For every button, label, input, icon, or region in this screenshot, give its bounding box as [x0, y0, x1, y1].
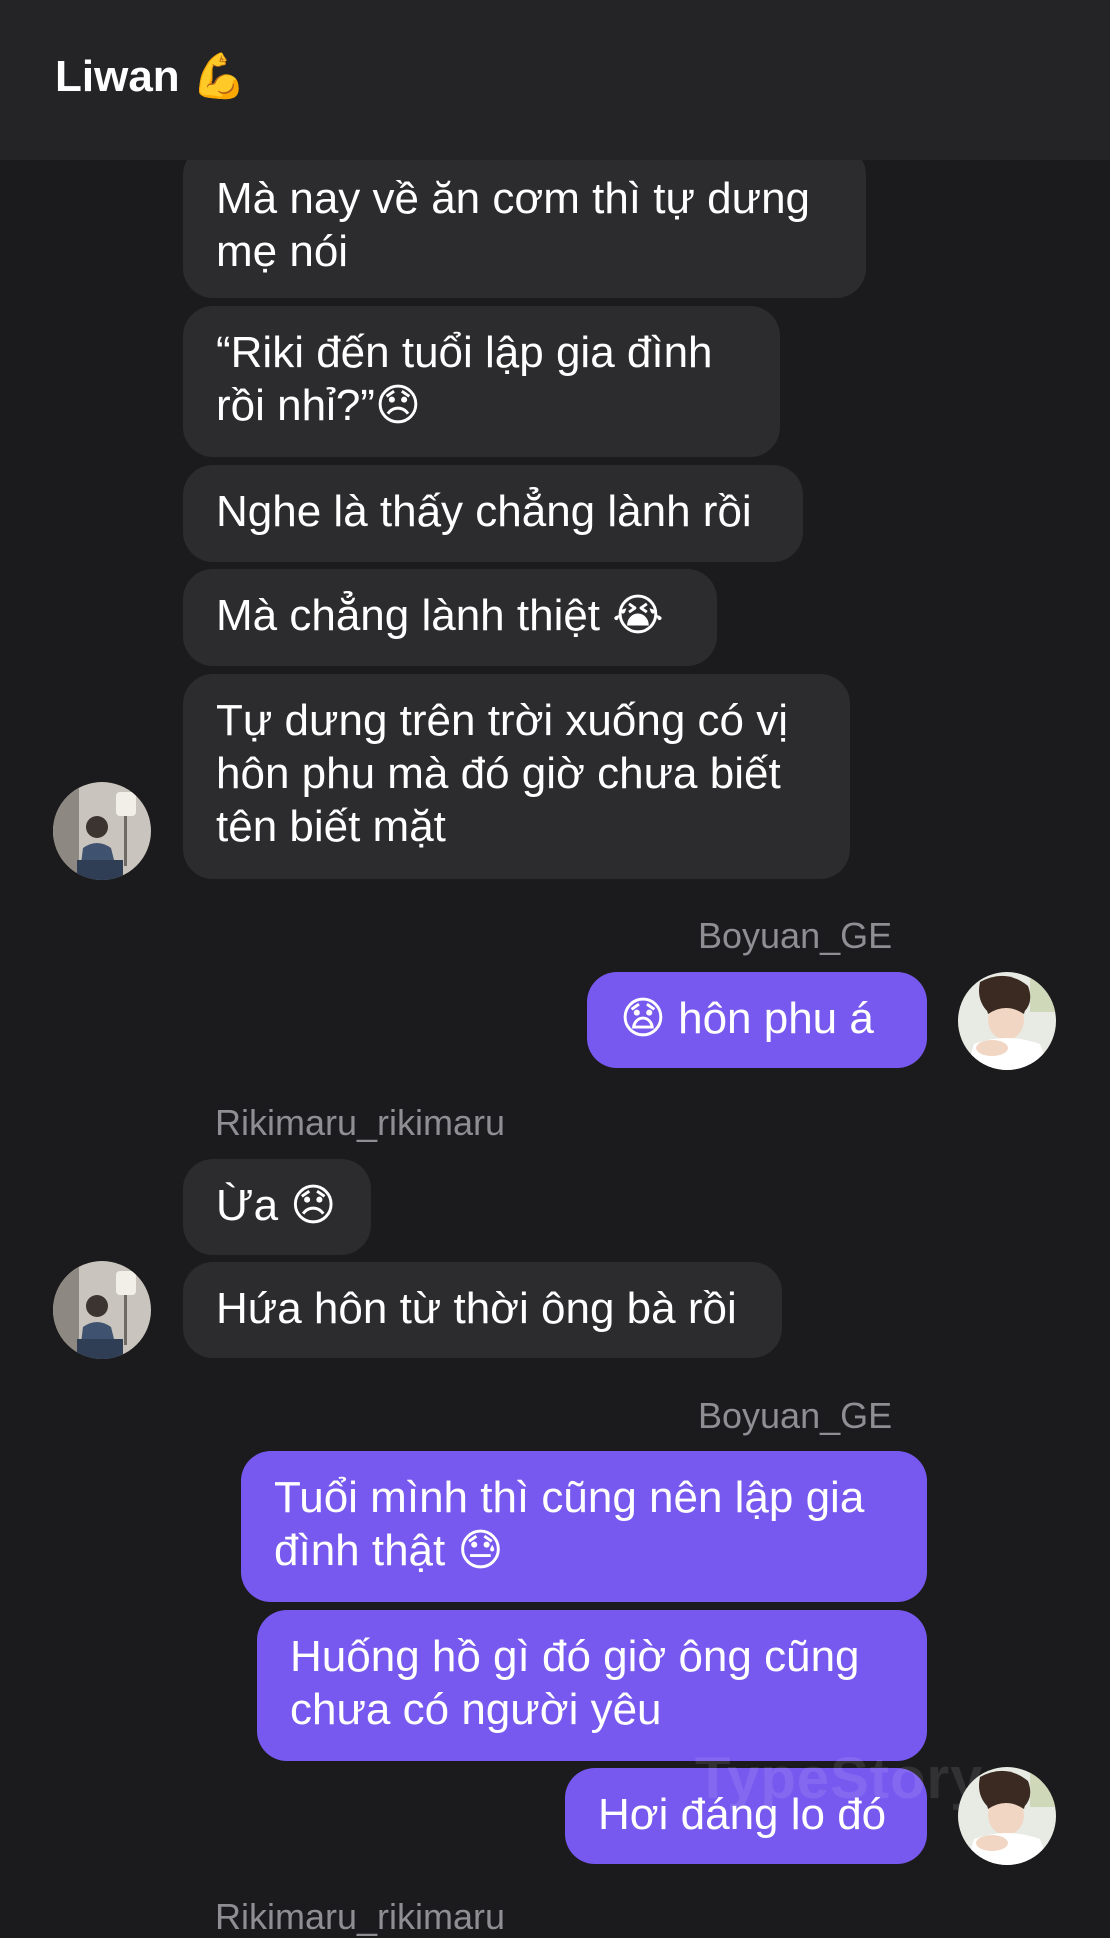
message-bubble-incoming[interactable]: Tự dưng trên trời xuống có vị hôn phu mà…	[183, 674, 850, 879]
avatar-rikimaru[interactable]	[53, 782, 151, 880]
avatar-rikimaru[interactable]	[53, 1261, 151, 1359]
avatar-photo-rikimaru	[53, 782, 151, 880]
message-bubble-incoming[interactable]: Hứa hôn từ thời ông bà rồi	[183, 1262, 782, 1358]
message-bubble-outgoing[interactable]: Tuổi mình thì cũng nên lập gia đình thật…	[241, 1451, 927, 1602]
avatar-photo-rikimaru	[53, 1261, 151, 1359]
message-line: rồi nhỉ?”😞	[216, 381, 421, 430]
message-bubble-incoming[interactable]: Mà nay về ăn cơm thì tự dưng mẹ nói	[183, 145, 866, 298]
message-line: đình thật 😓	[274, 1526, 504, 1575]
message-line: Tự dưng trên trời xuống có vị	[216, 696, 788, 745]
message-line: mẹ nói	[216, 227, 349, 276]
avatar-boyuan[interactable]	[958, 1767, 1056, 1865]
message-line: tên biết mặt	[216, 802, 446, 851]
avatar-boyuan[interactable]	[958, 972, 1056, 1070]
message-line: Huống hồ gì đó giờ ông cũng	[290, 1632, 860, 1681]
message-bubble-incoming[interactable]: “Riki đến tuổi lập gia đình rồi nhỉ?”😞	[183, 306, 780, 457]
sender-name: Boyuan_GE	[698, 915, 893, 956]
message-bubble-incoming[interactable]: Ừa 😞	[183, 1159, 371, 1255]
chat-header: Liwan 💪	[0, 0, 1110, 160]
avatar-photo-boyuan	[958, 1767, 1056, 1865]
message-line: “Riki đến tuổi lập gia đình	[216, 328, 713, 377]
message-bubble-incoming[interactable]: Nghe là thấy chẳng lành rồi	[183, 465, 803, 562]
message-line: Mà nay về ăn cơm thì tự dưng	[216, 174, 811, 223]
message-line: 😧 hôn phu á	[620, 994, 874, 1043]
sender-name: Rikimaru_rikimaru	[215, 1102, 506, 1143]
sender-name: Rikimaru_rikimaru	[215, 1896, 506, 1937]
message-line: Tuổi mình thì cũng nên lập gia	[274, 1473, 865, 1522]
message-line: Ừa 😞	[216, 1181, 337, 1230]
message-line: Mà chẳng lành thiệt 😭	[216, 591, 664, 640]
flexed-biceps-icon: 💪	[191, 51, 247, 102]
message-line: Hứa hôn từ thời ông bà rồi	[216, 1284, 737, 1333]
message-line: Nghe là thấy chẳng lành rồi	[216, 487, 752, 536]
message-bubble-outgoing[interactable]: Huống hồ gì đó giờ ông cũng chưa có ngườ…	[257, 1610, 927, 1761]
message-bubble-outgoing[interactable]: 😧 hôn phu á	[587, 972, 927, 1068]
watermark: TypeStory	[695, 1746, 984, 1811]
chat-title-text: Liwan	[55, 52, 180, 101]
sender-name: Boyuan_GE	[698, 1395, 893, 1436]
message-bubble-incoming[interactable]: Mà chẳng lành thiệt 😭	[183, 569, 717, 666]
message-line: hôn phu mà đó giờ chưa biết	[216, 749, 781, 798]
message-line: chưa có người yêu	[290, 1685, 662, 1734]
avatar-photo-boyuan	[958, 972, 1056, 1070]
chat-title[interactable]: Liwan 💪	[55, 50, 247, 102]
